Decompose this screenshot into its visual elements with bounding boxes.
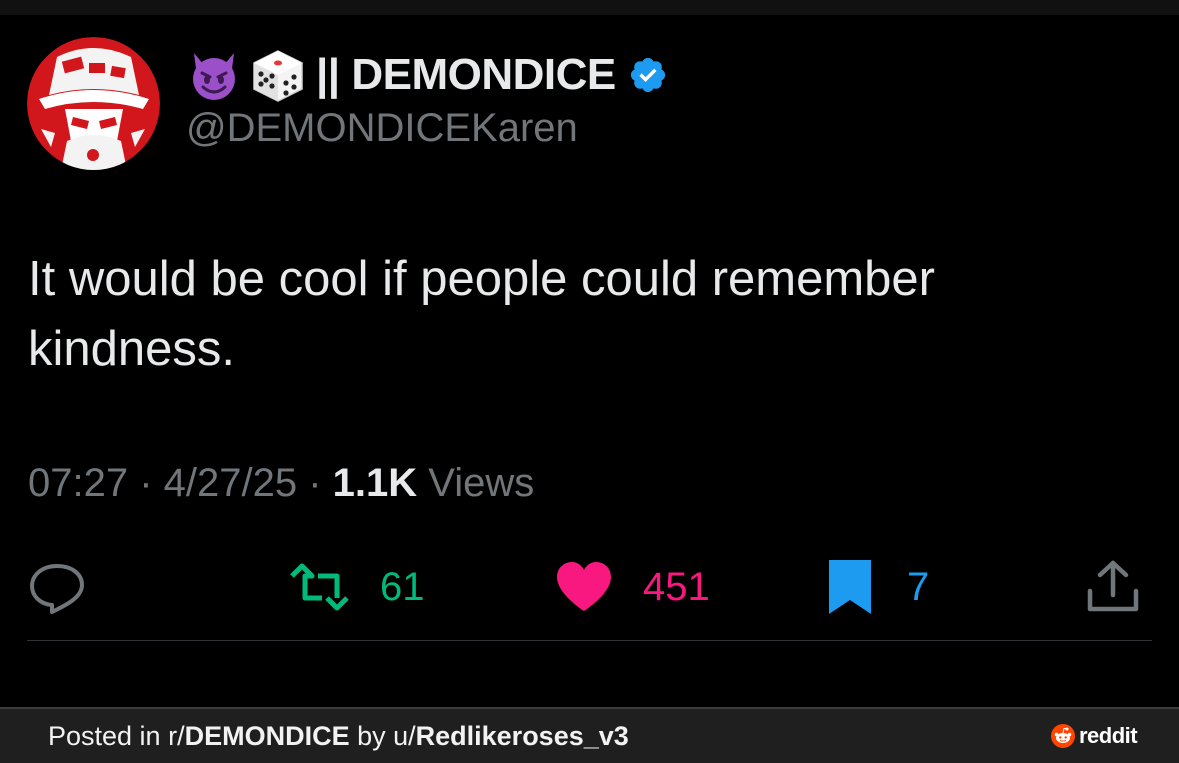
reddit-wordmark: reddit [1079,723,1138,748]
timestamp-time[interactable]: 07:27 [28,461,128,505]
like-count: 451 [643,564,710,609]
timestamp-date[interactable]: 4/27/25 [164,461,297,505]
reply-button[interactable] [28,558,86,616]
retweet-button[interactable]: 61 [288,558,425,616]
retweet-icon [290,563,349,611]
bookmark-count: 7 [907,564,930,609]
bookmark-button[interactable]: 7 [827,558,929,616]
posted-in-text: Posted in r/DEMONDICE by u/Redlikeroses_… [48,721,629,752]
views-count: 1.1K [332,461,418,505]
post-frame: || DEMONDICE @DEMONDICEKaren It would be… [0,0,1179,763]
heart-icon [557,562,611,611]
reddit-snoo-icon [1051,724,1075,748]
avatar[interactable] [27,37,160,170]
share-icon [1087,560,1139,612]
top-strip [0,0,1179,15]
reply-icon [30,564,84,614]
reddit-footer: Posted in r/DEMONDICE by u/Redlikeroses_… [0,707,1179,763]
tweet-text: It would be cool if people could remembe… [28,252,936,376]
avatar-image [27,37,160,170]
tweet-meta: 07:27 · 4/27/25 · 1.1K Views [28,461,534,506]
game-die-emoji [250,47,306,103]
meta-separator: · [128,461,164,505]
bookmark-icon [829,560,871,614]
smiling-imp-emoji [186,47,242,103]
reddit-logo[interactable]: reddit [1051,723,1138,749]
share-button[interactable] [1085,558,1141,616]
by-prefix: by u/ [349,721,416,751]
meta-separator: · [297,461,333,505]
display-name[interactable]: || DEMONDICE [186,47,668,103]
username-link[interactable]: Redlikeroses_v3 [416,721,629,751]
handle[interactable]: @DEMONDICEKaren [186,106,578,151]
divider [27,640,1152,641]
views-label: Views [428,461,535,505]
like-button[interactable]: 451 [555,558,710,616]
verified-badge-icon [628,55,668,95]
retweet-count: 61 [380,564,425,609]
posted-in-prefix: Posted in r/ [48,721,185,751]
subreddit-link[interactable]: DEMONDICE [185,721,350,751]
display-name-text: || DEMONDICE [316,50,616,99]
